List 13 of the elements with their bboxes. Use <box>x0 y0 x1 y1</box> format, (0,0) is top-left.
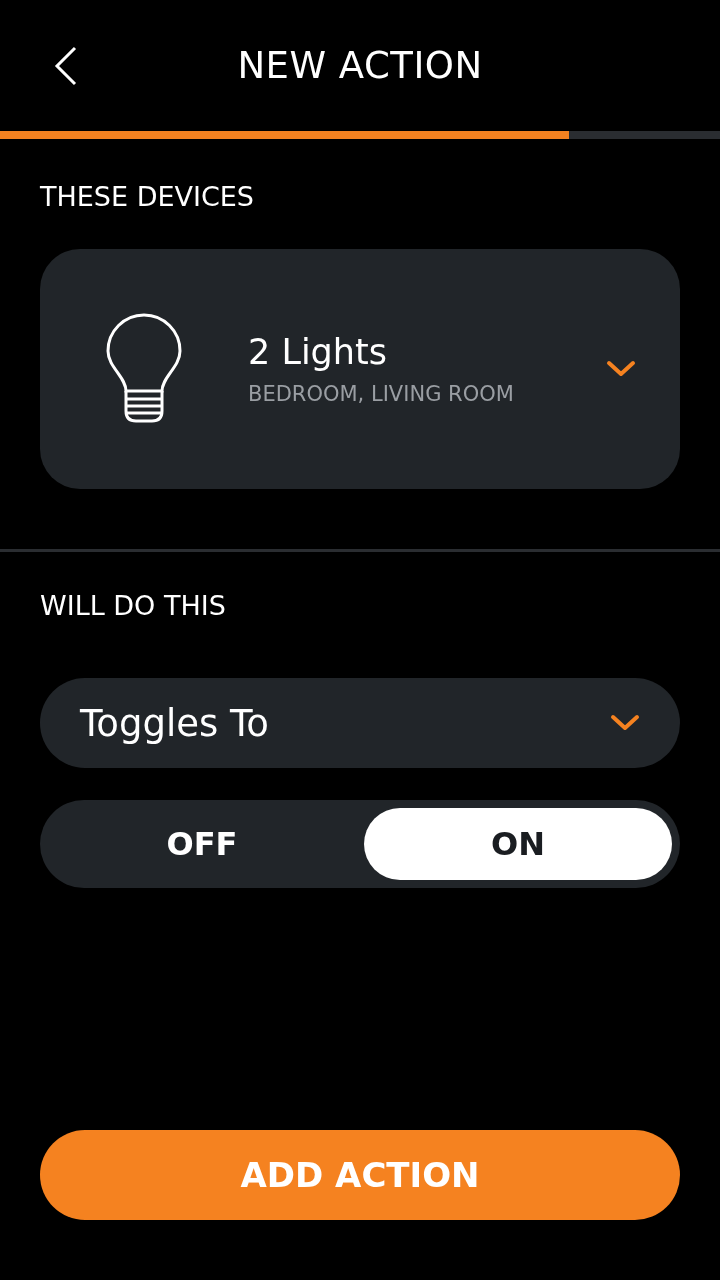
dropdown-value: Toggles To <box>80 701 269 745</box>
action-dropdown[interactable]: Toggles To <box>40 678 680 768</box>
light-bulb-icon <box>104 313 184 425</box>
device-name: 2 Lights <box>248 332 388 372</box>
chevron-down-icon <box>610 713 640 733</box>
chevron-down-icon <box>606 359 636 379</box>
device-rooms: BEDROOM, LIVING ROOM <box>248 382 515 406</box>
section-label: WILL DO THIS <box>39 590 227 622</box>
section-label: THESE DEVICES <box>39 181 255 213</box>
device-card[interactable]: 2 Lights BEDROOM, LIVING ROOM <box>40 249 680 489</box>
toggle-option[interactable]: OFF <box>48 808 356 880</box>
toggle-option[interactable]: ON <box>364 808 672 880</box>
screen-title: NEW ACTION <box>237 44 483 87</box>
